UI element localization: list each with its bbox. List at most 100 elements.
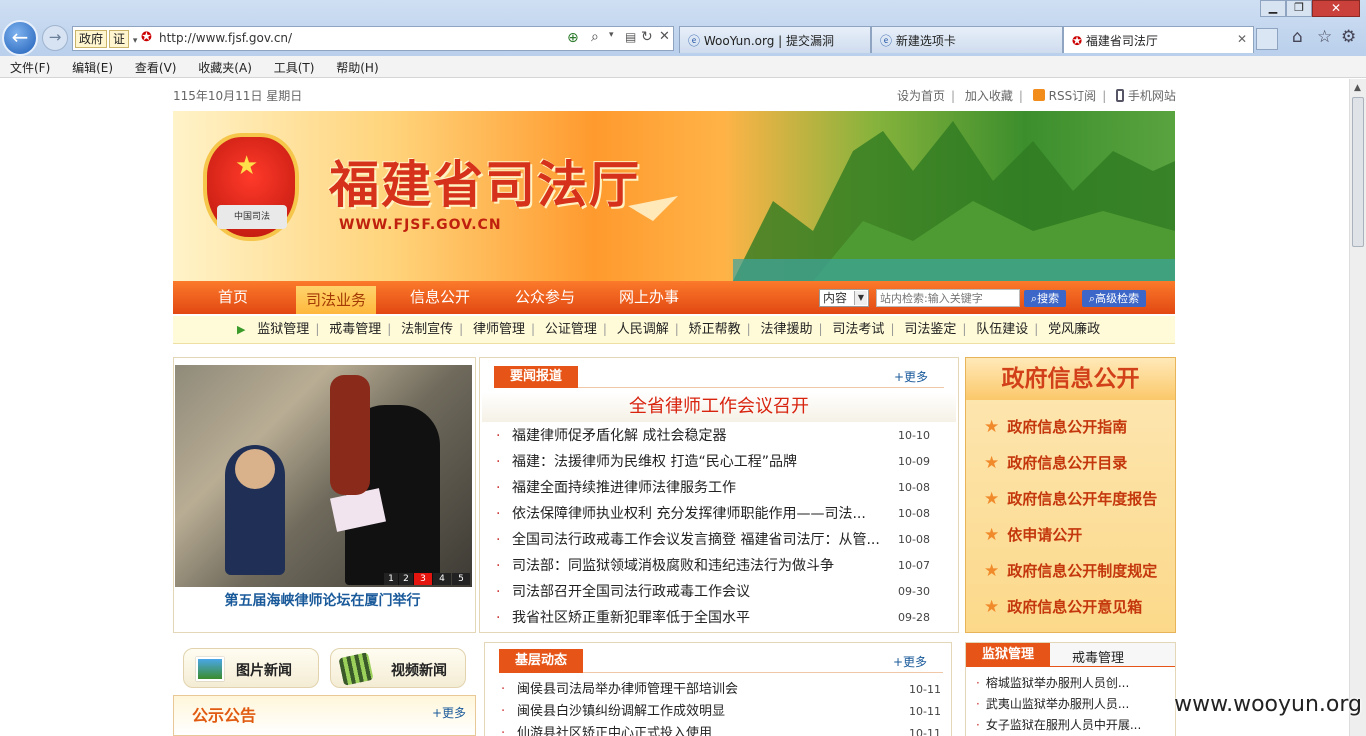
subnav-exam[interactable]: 司法考试: [832, 316, 884, 344]
menu-view[interactable]: 查看(V): [125, 56, 185, 76]
list-item[interactable]: · 全国司法行政戒毒工作会议发言摘登 福建省司法厅：从管... 10-08: [480, 527, 930, 553]
list-item[interactable]: · 我省社区矫正重新犯罪率低于全国水平 09-28: [480, 605, 930, 631]
advanced-search-button[interactable]: ⌕高级检索: [1082, 290, 1146, 307]
nav-info-disclosure[interactable]: 信息公开: [398, 281, 482, 314]
mobile-icon: [1116, 89, 1125, 102]
subnav-lawyer[interactable]: 律师管理: [473, 316, 525, 344]
stop-icon[interactable]: ✕: [659, 29, 670, 44]
gov-info-link[interactable]: ★ 政府信息公开目录: [984, 445, 1127, 481]
search-button[interactable]: ⌕搜索: [1024, 290, 1066, 307]
list-item[interactable]: · 司法部：同监狱领域消极腐败和违纪违法行为做斗争 10-07: [480, 553, 930, 579]
gov-info-link[interactable]: ★ 政府信息公开意见箱: [984, 589, 1142, 625]
photo-caption[interactable]: 第五届海峡律师论坛在厦门举行: [174, 590, 471, 610]
add-favorite-link[interactable]: 加入收藏: [965, 89, 1013, 103]
gov-info-link[interactable]: ★ 政府信息公开指南: [984, 409, 1127, 445]
gear-icon[interactable]: ⚙: [1341, 27, 1356, 47]
grassroots-more-link[interactable]: +更多: [893, 653, 927, 670]
list-item[interactable]: · 榕城监狱举办服刑人员创...: [976, 673, 1172, 694]
back-button[interactable]: ←: [2, 20, 38, 56]
tab-news[interactable]: 要闻报道: [494, 366, 578, 388]
nav-home[interactable]: 首页: [195, 281, 271, 314]
list-item[interactable]: · 福建律师促矛盾化解 成社会稳定器 10-10: [480, 423, 930, 449]
forward-button[interactable]: →: [42, 25, 68, 51]
nav-judicial-business[interactable]: 司法业务: [296, 286, 376, 314]
new-tab-button[interactable]: [1256, 28, 1278, 50]
notice-more-link[interactable]: +更多: [432, 704, 466, 721]
list-item[interactable]: · 福建全面持续推进律师法律服务工作 10-08: [480, 475, 930, 501]
list-item[interactable]: · 仙游县社区矫正中心正式投入使用 10-11: [485, 723, 947, 736]
gov-info-link[interactable]: ★ 依申请公开: [984, 517, 1082, 553]
subnav-prison[interactable]: 监狱管理: [257, 316, 309, 344]
url-text[interactable]: http://www.fjsf.gov.cn/: [159, 31, 292, 45]
watermark-text: www.wooyun.org: [1174, 692, 1362, 717]
news-photo[interactable]: 1 2 3 4 5: [175, 365, 472, 587]
chevron-down-icon[interactable]: ▾: [609, 30, 614, 40]
subnav-legal-publicity[interactable]: 法制宣传: [401, 316, 453, 344]
mobile-site-link[interactable]: 手机网站: [1128, 89, 1176, 103]
nav-public-participation[interactable]: 公众参与: [503, 281, 587, 314]
subnav-correction[interactable]: 矫正帮教: [689, 316, 741, 344]
compat-view-icon[interactable]: ⊕: [567, 30, 579, 46]
pager-4[interactable]: 4: [433, 573, 451, 585]
pager-5[interactable]: 5: [452, 573, 470, 585]
tab-grassroots[interactable]: 基层动态: [499, 649, 583, 673]
list-item[interactable]: · 司法部召开全国司法行政戒毒工作会议 09-30: [480, 579, 930, 605]
list-item[interactable]: · 武夷山监狱举办服刑人员...: [976, 694, 1172, 715]
news-headline[interactable]: 全省律师工作会议召开: [482, 392, 956, 422]
play-arrow-icon: ▶: [237, 323, 246, 336]
set-homepage-link[interactable]: 设为首页: [897, 89, 945, 103]
subnav-legal-aid[interactable]: 法律援助: [761, 316, 813, 344]
subnav-notary[interactable]: 公证管理: [545, 316, 597, 344]
vertical-scrollbar[interactable]: ▲: [1349, 79, 1366, 736]
security-badge[interactable]: 政府证 ▾: [75, 30, 137, 48]
pager-2[interactable]: 2: [399, 573, 413, 585]
photo-news-button[interactable]: 图片新闻: [183, 648, 319, 688]
list-item[interactable]: · 依法保障律师执业权利 充分发挥律师职能作用——司法... 10-08: [480, 501, 930, 527]
pager-1[interactable]: 1: [384, 573, 398, 585]
video-news-button[interactable]: 视频新闻: [330, 648, 466, 688]
address-bar[interactable]: 政府证 ▾ ✪ http://www.fjsf.gov.cn/ ⊕ ⌕ ▾ ▤ …: [72, 26, 674, 51]
browser-tab[interactable]: ⓔ WooYun.org | 提交漏洞: [679, 26, 871, 53]
list-item[interactable]: · 福建：法援律师为民维权 打造“民心工程”品牌 10-09: [480, 449, 930, 475]
close-tab-icon[interactable]: ✕: [1237, 32, 1247, 46]
gov-info-link[interactable]: ★ 政府信息公开制度规定: [984, 553, 1157, 589]
menu-edit[interactable]: 编辑(E): [62, 56, 121, 76]
subnav-team[interactable]: 队伍建设: [976, 316, 1028, 344]
favorites-star-icon[interactable]: ☆: [1317, 27, 1332, 47]
subnav-integrity[interactable]: 党风廉政: [1048, 316, 1100, 344]
search-scope-select[interactable]: 内容 ▼: [819, 289, 869, 307]
menu-help[interactable]: 帮助(H): [326, 56, 386, 76]
subnav-mediation[interactable]: 人民调解: [617, 316, 669, 344]
tab-drug-rehab[interactable]: 戒毒管理: [1056, 647, 1140, 666]
list-item[interactable]: · 闽侯县白沙镇纠纷调解工作成效明显 10-11: [485, 701, 947, 723]
browser-tab[interactable]: ⓔ 新建选项卡: [871, 26, 1063, 53]
menu-file[interactable]: 文件(F): [0, 56, 58, 76]
menu-favorites[interactable]: 收藏夹(A): [188, 56, 260, 76]
close-window-icon[interactable]: ✕: [1312, 0, 1360, 17]
refresh-icon[interactable]: ↻: [641, 29, 653, 45]
list-item[interactable]: · 闽侯县司法局举办律师管理干部培训会 10-11: [485, 679, 947, 701]
notice-panel: 公示公告 +更多: [173, 695, 476, 736]
rss-link[interactable]: RSS订阅: [1049, 89, 1097, 103]
search-icon[interactable]: ⌕: [591, 29, 599, 45]
tab-prison[interactable]: 监狱管理: [966, 643, 1050, 667]
gov-info-link[interactable]: ★ 政府信息公开年度报告: [984, 481, 1157, 517]
home-icon[interactable]: ⌂: [1292, 27, 1303, 47]
search-input[interactable]: [876, 289, 1020, 307]
news-more-link[interactable]: +更多: [894, 368, 928, 385]
scroll-thumb[interactable]: [1352, 97, 1364, 247]
minimize-icon[interactable]: ▁: [1260, 0, 1286, 17]
subnav-appraisal[interactable]: 司法鉴定: [904, 316, 956, 344]
ie-icon: ⓔ: [688, 34, 701, 48]
scroll-up-icon[interactable]: ▲: [1354, 83, 1361, 93]
pager-3-active[interactable]: 3: [414, 573, 432, 585]
browser-tab-active[interactable]: ✪ 福建省司法厅 ✕: [1063, 26, 1254, 53]
list-item[interactable]: · 女子监狱在服刑人员中开展...: [976, 715, 1172, 736]
menu-tools[interactable]: 工具(T): [264, 56, 323, 76]
nav-online-service[interactable]: 网上办事: [607, 281, 691, 314]
compat-icon[interactable]: ▤: [625, 30, 636, 44]
subnav-drug-rehab[interactable]: 戒毒管理: [329, 316, 381, 344]
maximize-icon[interactable]: ❐: [1286, 0, 1312, 17]
grassroots-tabbar: 基层动态 +更多: [499, 647, 943, 673]
prison-list: · 榕城监狱举办服刑人员创... · 武夷山监狱举办服刑人员... · 女子监狱在服刑…: [976, 673, 1172, 736]
